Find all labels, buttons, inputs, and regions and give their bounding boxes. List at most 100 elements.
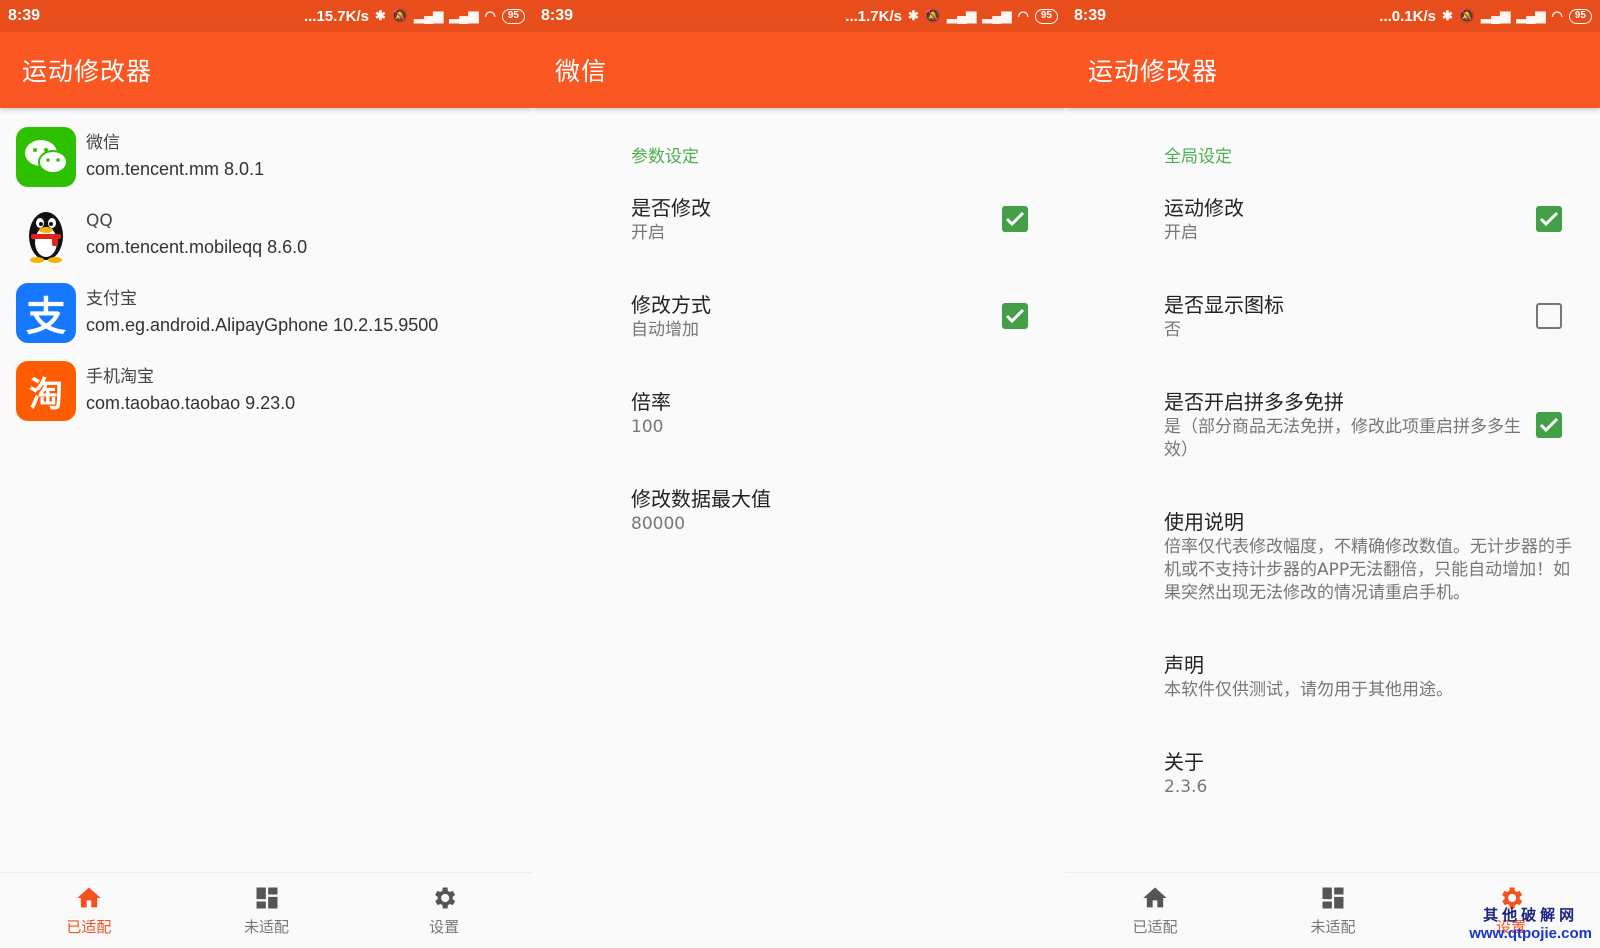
- nav-label: 已适配: [1132, 918, 1178, 936]
- pref-disclaimer[interactable]: 声明 本软件仅供测试，请勿用于其他用途。: [1066, 651, 1600, 702]
- list-item-qq[interactable]: QQ com.tencent.mobileqq 8.6.0: [0, 196, 533, 274]
- app-bar-title: 运动修改器: [1066, 32, 1600, 108]
- nav-tab-unadapted[interactable]: 未适配: [178, 873, 356, 948]
- wifi-icon: ◠: [1551, 8, 1563, 23]
- pref-summary: 自动增加: [631, 320, 699, 340]
- pref-title: 修改数据最大值: [631, 487, 771, 511]
- nav-label: 已适配: [66, 918, 112, 936]
- network-speed: ...15.7K/s: [303, 7, 369, 25]
- pref-max-value[interactable]: 修改数据最大值 80000: [533, 485, 1066, 536]
- pref-summary: 是（部分商品无法免拼，修改此项重启拼多多生效）: [1164, 417, 1521, 460]
- preference-category: 参数设定: [631, 147, 699, 167]
- pref-about[interactable]: 关于 2.3.6: [1066, 748, 1600, 799]
- battery-icon: 95: [501, 8, 525, 24]
- screenshot-stage: 8:39 ...15.7K/s ✱ 🔕 ▂▄▆ ▂▄▆ ◠ 95 运动修改器 微…: [0, 0, 1600, 948]
- mute-bell-icon: 🔕: [391, 8, 409, 23]
- nav-label: 未适配: [1310, 918, 1356, 936]
- watermark-line-2: www.qtpojie.com: [1469, 925, 1592, 942]
- preference-list: 参数设定 是否修改 开启 修改方式 自动增加 倍率 100 修改数据最大值 80…: [533, 108, 1066, 536]
- app-bar-title: 运动修改器: [0, 32, 533, 108]
- network-speed: ...0.1K/s: [1379, 7, 1436, 25]
- pref-summary: 否: [1164, 320, 1181, 340]
- gear-icon: [435, 887, 456, 909]
- checkbox-checked[interactable]: [1002, 206, 1028, 232]
- status-bar: 8:39 ...15.7K/s ✱ 🔕 ▂▄▆ ▂▄▆ ◠ 95: [0, 0, 533, 32]
- list-item-taobao[interactable]: 淘 手机淘宝 com.taobao.taobao 9.23.0: [0, 352, 533, 430]
- bottom-navigation: 已适配 未适配 设置: [0, 872, 533, 948]
- pref-pdd-free-group[interactable]: 是否开启拼多多免拼 是（部分商品无法免拼，修改此项重启拼多多生效）: [1066, 388, 1600, 462]
- pref-multiplier[interactable]: 倍率 100: [533, 388, 1066, 439]
- status-bar: 8:39 ...1.7K/s ✱ 🔕 ▂▄▆ ▂▄▆ ◠ 95: [533, 0, 1066, 32]
- nav-label: 设置: [429, 918, 460, 936]
- app-name: 支付宝: [86, 289, 137, 309]
- app-name: QQ: [86, 211, 113, 231]
- mute-bell-icon: 🔕: [1458, 8, 1476, 23]
- preference-list: 全局设定 运动修改 开启 是否显示图标 否 是否开启拼多多免拼 是（部分商品无法…: [1066, 108, 1600, 799]
- pref-title: 是否开启拼多多免拼: [1164, 390, 1344, 414]
- signal-icon: ▂▄▆: [1481, 8, 1511, 23]
- bluetooth-icon: ✱: [908, 8, 919, 23]
- app-package: com.eg.android.AlipayGphone 10.2.15.9500: [86, 315, 439, 335]
- checkbox-checked[interactable]: [1536, 206, 1562, 232]
- nav-tab-unadapted[interactable]: 未适配: [1244, 873, 1422, 948]
- home-icon: [1143, 887, 1167, 908]
- status-time: 8:39: [541, 7, 574, 24]
- dashboard-icon: [1322, 887, 1344, 909]
- pref-title: 使用说明: [1164, 510, 1244, 534]
- panel-wechat-settings: 8:39 ...1.7K/s ✱ 🔕 ▂▄▆ ▂▄▆ ◠ 95 微信 参数设定 …: [533, 0, 1066, 948]
- wifi-icon: ◠: [484, 8, 496, 23]
- nav-tab-settings[interactable]: 设置: [355, 873, 533, 948]
- pref-title: 运动修改: [1164, 196, 1244, 220]
- pref-sport-modify[interactable]: 运动修改 开启: [1066, 194, 1600, 245]
- pref-summary: 80000: [631, 514, 686, 534]
- signal-icon: ▂▄▆: [414, 8, 444, 23]
- bluetooth-icon: ✱: [1442, 8, 1453, 23]
- bluetooth-icon: ✱: [375, 8, 386, 23]
- pref-instructions[interactable]: 使用说明 倍率仅代表修改幅度，不精确修改数值。无计步器的手机或不支持计步器的AP…: [1066, 508, 1600, 605]
- network-speed: ...1.7K/s: [845, 7, 902, 25]
- pref-modify-enabled[interactable]: 是否修改 开启: [533, 194, 1066, 245]
- wifi-icon: ◠: [1017, 8, 1029, 23]
- battery-icon: 95: [1568, 8, 1592, 24]
- signal-icon-2: ▂▄▆: [1516, 8, 1546, 23]
- list-item-alipay[interactable]: 支 支付宝 com.eg.android.AlipayGphone 10.2.1…: [0, 274, 533, 352]
- signal-icon-2: ▂▄▆: [982, 8, 1012, 23]
- app-bar-title: 微信: [533, 32, 1066, 108]
- app-package: com.tencent.mobileqq 8.6.0: [86, 237, 308, 257]
- pref-summary: 100: [631, 417, 664, 437]
- qq-penguin-icon: [16, 205, 76, 265]
- checkbox-checked[interactable]: [1536, 412, 1562, 438]
- signal-icon-2: ▂▄▆: [449, 8, 479, 23]
- signal-icon: ▂▄▆: [947, 8, 977, 23]
- pref-title: 倍率: [631, 390, 671, 414]
- app-package: com.tencent.mm 8.0.1: [86, 159, 265, 179]
- pref-title: 是否修改: [631, 196, 711, 220]
- nav-tab-adapted[interactable]: 已适配: [0, 873, 178, 948]
- preference-category: 全局设定: [1164, 147, 1232, 167]
- pref-summary: 本软件仅供测试，请勿用于其他用途。: [1164, 680, 1453, 700]
- pref-show-icon[interactable]: 是否显示图标 否: [1066, 291, 1600, 342]
- pref-title: 关于: [1164, 750, 1204, 774]
- checkbox-checked[interactable]: [1002, 303, 1028, 329]
- status-time: 8:39: [8, 7, 41, 24]
- pref-modify-mode[interactable]: 修改方式 自动增加: [533, 291, 1066, 342]
- app-list: 微信 com.tencent.mm 8.0.1 QQ com.tencent.m…: [0, 118, 533, 430]
- pref-title: 修改方式: [631, 293, 711, 317]
- taobao-icon: 淘: [16, 361, 76, 421]
- pref-summary: 倍率仅代表修改幅度，不精确修改数值。无计步器的手机或不支持计步器的APP无法翻倍…: [1164, 537, 1572, 603]
- pref-summary: 2.3.6: [1164, 777, 1208, 797]
- pref-title: 声明: [1164, 653, 1204, 677]
- mute-bell-icon: 🔕: [924, 8, 942, 23]
- pref-summary: 开启: [1164, 223, 1198, 243]
- panel-adapted-apps: 8:39 ...15.7K/s ✱ 🔕 ▂▄▆ ▂▄▆ ◠ 95 运动修改器 微…: [0, 0, 533, 948]
- nav-tab-adapted[interactable]: 已适配: [1066, 873, 1244, 948]
- nav-label: 未适配: [244, 918, 290, 936]
- checkbox-unchecked[interactable]: [1536, 303, 1562, 329]
- list-item-wechat[interactable]: 微信 com.tencent.mm 8.0.1: [0, 118, 533, 196]
- pref-summary: 开启: [631, 223, 665, 243]
- watermark-line-1: 其他破解网: [1483, 907, 1579, 924]
- app-name: 微信: [86, 133, 120, 153]
- app-package: com.taobao.taobao 9.23.0: [86, 393, 296, 413]
- pref-title: 是否显示图标: [1164, 293, 1284, 317]
- app-name: 手机淘宝: [86, 367, 154, 387]
